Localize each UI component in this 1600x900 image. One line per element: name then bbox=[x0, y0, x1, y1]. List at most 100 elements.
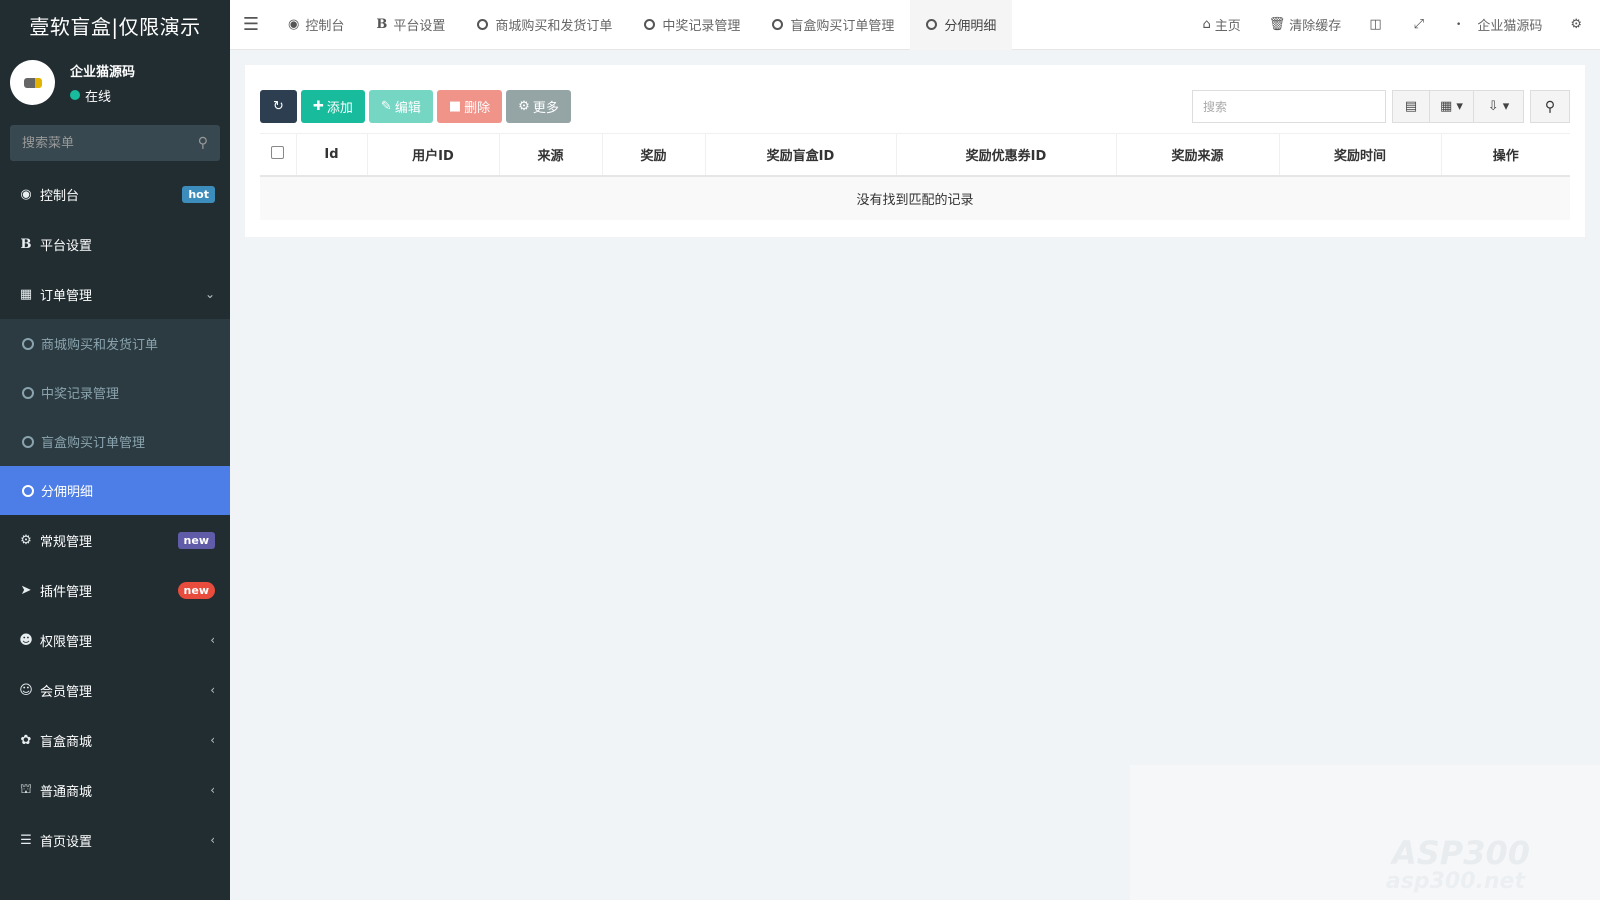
bank-icon: ⛫ bbox=[20, 781, 32, 797]
user-avatar-icon: • bbox=[1456, 19, 1462, 30]
tab-platform-settings[interactable]: B 平台设置 bbox=[360, 0, 461, 50]
new-badge: new bbox=[177, 581, 215, 599]
online-dot-icon bbox=[70, 90, 80, 100]
settings-button[interactable]: ⚙ bbox=[1556, 17, 1600, 32]
tab-dashboard[interactable]: ◉ 控制台 bbox=[272, 0, 360, 50]
commission-table: Id 用户ID 来源 奖励 奖励盲盒ID 奖励优惠券ID 奖励来源 奖励时间 操… bbox=[260, 133, 1570, 220]
bold-b-icon: B bbox=[376, 17, 388, 32]
advanced-search-button[interactable]: ⚲ bbox=[1530, 90, 1570, 123]
chevron-left-icon: ‹ bbox=[210, 783, 215, 797]
column-header[interactable]: 奖励时间 bbox=[1279, 133, 1442, 177]
chevron-down-icon: ⌄ bbox=[204, 287, 215, 301]
search-icon: ⚲ bbox=[1544, 98, 1556, 115]
delete-button[interactable]: ■ 删除 bbox=[436, 90, 503, 123]
column-header[interactable]: 奖励盲盒ID bbox=[705, 133, 897, 177]
add-button[interactable]: ✚ 添加 bbox=[301, 90, 365, 123]
fullscreen-icon: ⤢ bbox=[1413, 17, 1425, 32]
bold-b-icon: B bbox=[20, 236, 32, 252]
sidebar-item-blindbox-mall[interactable]: ✿ 盲盒商城 ‹ bbox=[0, 715, 230, 765]
edit-label: 编辑 bbox=[394, 101, 421, 116]
sidebar-item-prize-records[interactable]: 中奖记录管理 bbox=[0, 368, 230, 417]
tab-label: 分佣明细 bbox=[944, 19, 997, 34]
sidebar-item-general-management[interactable]: ⚙ 常规管理 new bbox=[0, 515, 230, 565]
avatar bbox=[10, 60, 55, 105]
list-view-icon: ▤ bbox=[1404, 99, 1418, 114]
add-label: 添加 bbox=[326, 101, 353, 116]
sidebar-item-label: 普通商城 bbox=[40, 784, 93, 800]
menu-toggle-icon[interactable]: ☰ bbox=[230, 14, 272, 35]
table-row: 没有找到匹配的记录 bbox=[260, 175, 1570, 220]
export-icon: ⇩ ▾ bbox=[1487, 99, 1510, 114]
toggle-view-button[interactable]: ▤ bbox=[1392, 90, 1430, 123]
tab-blindbox-orders[interactable]: 盲盒购买订单管理 bbox=[756, 0, 910, 50]
sidebar-item-member-management[interactable]: ☺ 会员管理 ‹ bbox=[0, 665, 230, 715]
sidebar-item-dashboard[interactable]: ◉ 控制台 hot bbox=[0, 169, 230, 219]
circle-icon bbox=[22, 435, 34, 448]
sidebar-item-permission-management[interactable]: ☻ 权限管理 ‹ bbox=[0, 615, 230, 665]
circle-icon bbox=[22, 484, 34, 497]
sidebar-item-label: 常规管理 bbox=[40, 534, 93, 550]
sidebar-search-input[interactable] bbox=[22, 135, 182, 151]
edit-button[interactable]: ✎ 编辑 bbox=[368, 90, 433, 123]
trash-icon: ■ bbox=[448, 99, 462, 114]
sidebar-item-plugin-management[interactable]: ➤ 插件管理 new bbox=[0, 565, 230, 615]
sidebar-item-label: 控制台 bbox=[40, 188, 80, 204]
clear-cache-button[interactable]: 🗑 清除缓存 bbox=[1255, 15, 1356, 34]
sidebar-item-label: 插件管理 bbox=[40, 584, 93, 600]
hot-badge: hot bbox=[182, 185, 215, 203]
sidebar-item-order-management[interactable]: ▦ 订单管理 ⌄ bbox=[0, 269, 230, 319]
more-button[interactable]: ⚙ 更多 bbox=[506, 90, 571, 123]
tab-prize-records[interactable]: 中奖记录管理 bbox=[628, 0, 756, 50]
sidebar-item-label: 商城购买和发货订单 bbox=[41, 338, 159, 353]
column-header[interactable]: 奖励 bbox=[602, 133, 706, 177]
refresh-icon: ↻ bbox=[273, 99, 284, 114]
trash-icon: 🗑 bbox=[1268, 17, 1286, 32]
select-all-checkbox[interactable] bbox=[271, 145, 285, 159]
clear-cache-label: 清除缓存 bbox=[1289, 19, 1342, 34]
column-header[interactable]: Id bbox=[296, 133, 368, 177]
export-dropdown-button[interactable]: ⇩ ▾ bbox=[1474, 90, 1524, 123]
language-button[interactable]: ◫ bbox=[1355, 17, 1399, 32]
circle-icon bbox=[22, 386, 34, 399]
home-link[interactable]: ⌂ 主页 bbox=[1189, 15, 1255, 34]
user-menu[interactable]: • 企业猫源码 bbox=[1442, 15, 1556, 34]
tab-label: 中奖记录管理 bbox=[662, 19, 741, 34]
fullscreen-button[interactable]: ⤢ bbox=[1400, 17, 1442, 32]
sidebar-item-blindbox-orders[interactable]: 盲盒购买订单管理 bbox=[0, 417, 230, 466]
leaf-icon: ✿ bbox=[20, 732, 32, 748]
tab-label: 控制台 bbox=[305, 19, 345, 34]
columns-dropdown-button[interactable]: ▦ ▾ bbox=[1430, 90, 1474, 123]
sidebar-item-homepage-settings[interactable]: ☰ 首页设置 ‹ bbox=[0, 815, 230, 865]
company-label: 企业猫源码 bbox=[1477, 19, 1543, 34]
rocket-icon: ➤ bbox=[20, 582, 32, 598]
users-icon: ☻ bbox=[19, 632, 33, 648]
tab-mall-orders[interactable]: 商城购买和发货订单 bbox=[461, 0, 628, 50]
column-header[interactable]: 来源 bbox=[499, 133, 603, 177]
user-status: 在线 bbox=[70, 86, 135, 105]
sidebar-search: ⚲ bbox=[10, 125, 220, 161]
column-header[interactable]: 用户ID bbox=[367, 133, 500, 177]
sidebar-item-normal-mall[interactable]: ⛫ 普通商城 ‹ bbox=[0, 765, 230, 815]
table-right-tools: ▤ ▦ ▾ ⇩ ▾ ⚲ bbox=[1192, 90, 1570, 123]
circle-icon bbox=[22, 337, 34, 350]
table-header-row: Id 用户ID 来源 奖励 奖励盲盒ID 奖励优惠券ID 奖励来源 奖励时间 操… bbox=[260, 133, 1570, 177]
column-header[interactable]: 奖励优惠券ID bbox=[896, 133, 1117, 177]
translate-icon: ◫ bbox=[1369, 17, 1382, 32]
user-circle-icon: ☺ bbox=[19, 682, 33, 698]
search-icon[interactable]: ⚲ bbox=[198, 135, 208, 151]
app-logo-title[interactable]: 壹软盲盒|仅限演示 bbox=[0, 0, 230, 50]
refresh-button[interactable]: ↻ bbox=[260, 90, 297, 123]
table-search-input[interactable] bbox=[1192, 90, 1386, 123]
sidebar-item-commission-details[interactable]: 分佣明细 bbox=[0, 466, 230, 515]
top-navbar: ☰ ◉ 控制台 B 平台设置 商城购买和发货订单 中奖记录管理 盲盒购买订单管理… bbox=[230, 0, 1600, 50]
calculator-icon: ▦ bbox=[19, 286, 33, 302]
grid-columns-icon: ▦ ▾ bbox=[1440, 99, 1463, 114]
tab-commission-details[interactable]: 分佣明细 bbox=[910, 0, 1013, 50]
empty-message: 没有找到匹配的记录 bbox=[260, 175, 1570, 220]
tab-label: 平台设置 bbox=[393, 19, 446, 34]
sidebar-item-label: 权限管理 bbox=[40, 634, 93, 650]
sidebar-item-mall-orders[interactable]: 商城购买和发货订单 bbox=[0, 319, 230, 368]
sidebar-item-platform-settings[interactable]: B 平台设置 bbox=[0, 219, 230, 269]
sidebar-menu: ◉ 控制台 hot B 平台设置 ▦ 订单管理 ⌄ 商城购买和发货订单 中奖记录… bbox=[0, 169, 230, 865]
column-header[interactable]: 奖励来源 bbox=[1116, 133, 1280, 177]
